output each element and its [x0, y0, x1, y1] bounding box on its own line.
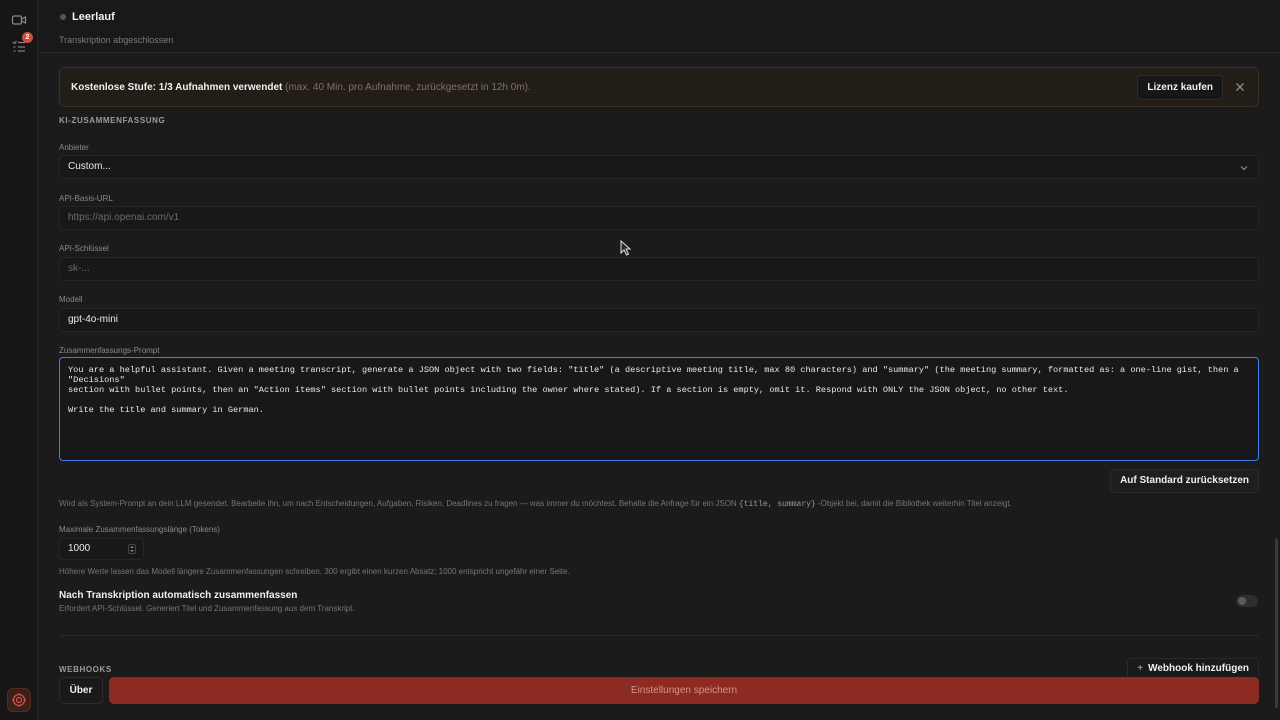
status-subtitle: Transkription abgeschlossen [59, 35, 174, 45]
sidebar-rail: 2 [0, 0, 38, 720]
max-length-input[interactable]: 1000 [59, 538, 144, 560]
number-stepper-icon[interactable] [128, 544, 136, 554]
scrollbar-thumb[interactable] [1275, 538, 1278, 708]
notification-badge: 2 [22, 32, 33, 43]
status-title: Leerlauf [72, 11, 115, 23]
banner-text: Kostenlose Stufe: 1/3 Aufnahmen verwende… [71, 82, 531, 93]
auto-summarize-title: Nach Transkription automatisch zusammenf… [59, 590, 298, 601]
plus-icon: + [1137, 663, 1144, 674]
settings-panel: Leerlauf Transkription abgeschlossen Kos… [39, 0, 1280, 720]
auto-summarize-toggle[interactable] [1236, 595, 1258, 607]
banner-muted-text: (max. 40 Min. pro Aufnahme, zurückgesetz… [282, 82, 531, 93]
add-webhook-label: Webhook hinzufügen [1148, 663, 1249, 674]
free-tier-banner: Kostenlose Stufe: 1/3 Aufnahmen verwende… [59, 67, 1259, 107]
close-icon[interactable] [1232, 79, 1248, 95]
api-key-input[interactable]: sk-... [59, 257, 1259, 281]
section-divider [59, 635, 1259, 636]
chevron-down-icon [1238, 161, 1250, 173]
auto-summarize-help: Erfordert API-Schlüssel. Generiert Titel… [59, 604, 355, 613]
buy-license-button[interactable]: Lizenz kaufen [1137, 75, 1223, 100]
prompt-label: Zusammenfassungs-Prompt [59, 346, 160, 355]
max-length-value: 1000 [68, 543, 91, 554]
reset-default-button[interactable]: Auf Standard zurücksetzen [1110, 469, 1259, 493]
scrollbar[interactable] [1272, 0, 1280, 720]
section-title-ai-summary: KI-ZUSAMMENFASSUNG [59, 116, 166, 125]
provider-label: Anbieter [59, 143, 89, 152]
provider-select[interactable]: Custom... [59, 155, 1259, 179]
base-url-input[interactable]: https://api.openai.com/v1 [59, 206, 1259, 230]
summary-prompt-textarea[interactable]: You are a helpful assistant. Given a mee… [59, 357, 1259, 461]
banner-bold-text: Kostenlose Stufe: 1/3 Aufnahmen verwende… [71, 82, 283, 93]
base-url-label: API-Basis-URL [59, 194, 113, 203]
section-title-webhooks: WEBHOOKS [59, 665, 112, 674]
prompt-help-part-b: -Objekt bei, damit die Bibliothek weiter… [815, 499, 1012, 508]
save-settings-button[interactable]: Einstellungen speichern [109, 677, 1259, 704]
toggle-knob [1238, 597, 1246, 605]
status-indicator [60, 14, 66, 20]
prompt-help-code: {title, summary} [738, 500, 816, 509]
mouse-cursor-icon [620, 239, 632, 259]
status-header: Leerlauf Transkription abgeschlossen [39, 0, 1280, 53]
max-length-label: Maximale Zusammenfassungslänge (Tokens) [59, 525, 220, 534]
about-button[interactable]: Über [59, 677, 103, 704]
video-camera-icon[interactable] [11, 12, 27, 28]
max-length-help: Höhere Werte lassen das Modell längere Z… [59, 567, 570, 576]
model-input[interactable]: gpt-4o-mini [59, 308, 1259, 332]
model-label: Modell [59, 295, 83, 304]
app-logo-icon[interactable] [7, 688, 31, 712]
prompt-help-part-a: Wird als System-Prompt an dein LLM gesen… [59, 499, 739, 508]
prompt-help-text: Wird als System-Prompt an dein LLM gesen… [59, 499, 1012, 509]
api-key-label: API-Schlüssel [59, 244, 109, 253]
provider-value: Custom... [68, 161, 111, 172]
